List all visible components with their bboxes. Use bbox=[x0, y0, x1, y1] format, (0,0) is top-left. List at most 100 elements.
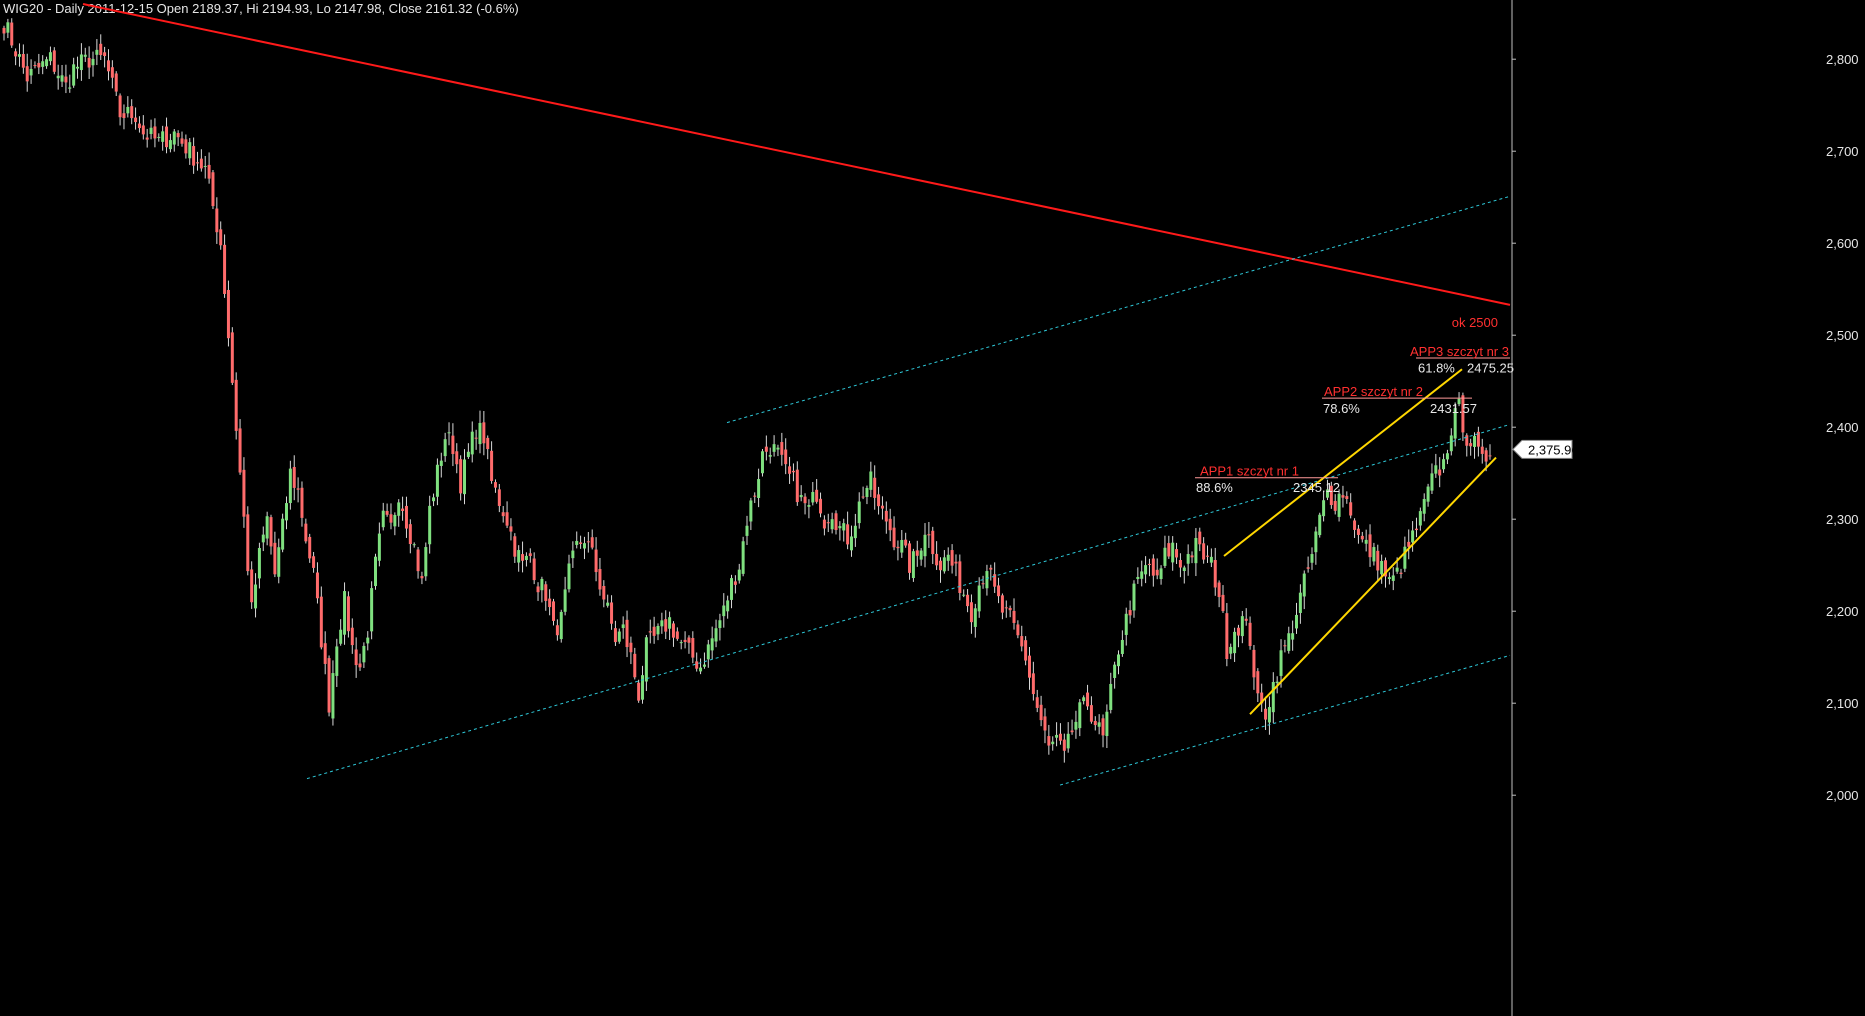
candle bbox=[296, 477, 300, 503]
candle-body-up bbox=[1124, 613, 1128, 635]
red-downtrend-line bbox=[82, 3, 1511, 306]
candle bbox=[1349, 493, 1353, 519]
candle-body-up bbox=[1418, 511, 1422, 526]
candle-body-down bbox=[2, 27, 6, 34]
candle bbox=[830, 512, 834, 534]
candle-body-down bbox=[1465, 435, 1469, 446]
candle-body-down bbox=[87, 57, 91, 68]
candle bbox=[122, 104, 126, 130]
candle-body-down bbox=[648, 631, 652, 633]
candle bbox=[1035, 689, 1039, 713]
wig20-candlestick-chart[interactable]: 2,000 2,100 2,200 2,300 2,400 2,500 2,600 2,700… bbox=[0, 0, 1865, 1016]
candle bbox=[706, 639, 710, 668]
candle-body-down bbox=[637, 682, 641, 701]
candle bbox=[393, 512, 397, 536]
candle-body-up bbox=[571, 550, 575, 559]
candle-body-down bbox=[137, 123, 141, 129]
candle bbox=[664, 610, 668, 640]
candle-body-down bbox=[927, 534, 931, 536]
candles-layer bbox=[2, 18, 1492, 763]
candle bbox=[366, 631, 370, 651]
candle bbox=[919, 548, 923, 566]
candle bbox=[509, 518, 513, 541]
candle bbox=[1322, 490, 1326, 522]
candle bbox=[768, 447, 772, 464]
candle bbox=[207, 152, 211, 184]
candle-body-down bbox=[501, 512, 505, 517]
candle-body-down bbox=[788, 466, 792, 474]
y-tick-label: 2,500 bbox=[1826, 328, 1859, 343]
candle bbox=[1078, 699, 1082, 737]
candle-body-down bbox=[935, 553, 939, 566]
candle bbox=[474, 429, 478, 450]
candle bbox=[637, 679, 641, 703]
candle-body-down bbox=[482, 422, 486, 444]
candle-body-up bbox=[149, 127, 153, 134]
candle-body-down bbox=[1027, 655, 1031, 678]
candle-body-down bbox=[997, 585, 1001, 597]
candle bbox=[435, 458, 439, 506]
candle-body-down bbox=[834, 513, 838, 531]
candle-body-up bbox=[1233, 631, 1237, 654]
candle bbox=[1004, 600, 1008, 618]
chart-annotation: 2475.25 bbox=[1467, 360, 1514, 375]
candle-body-up bbox=[6, 22, 10, 33]
candle bbox=[908, 540, 912, 580]
candle-body-up bbox=[1318, 514, 1322, 536]
candle-body-up bbox=[923, 534, 927, 557]
candle bbox=[1113, 661, 1117, 689]
candle-body-down bbox=[1283, 645, 1287, 647]
candle bbox=[137, 116, 141, 133]
candle-body-down bbox=[354, 649, 358, 666]
candle bbox=[254, 573, 258, 618]
candle-body-up bbox=[1403, 546, 1407, 569]
candle bbox=[385, 503, 389, 517]
candle bbox=[230, 327, 234, 386]
candle-body-down bbox=[184, 139, 188, 154]
candle bbox=[1202, 537, 1206, 564]
candle bbox=[1082, 695, 1086, 705]
candle bbox=[1411, 521, 1415, 552]
candle-body-up bbox=[1105, 711, 1109, 736]
candle bbox=[969, 594, 973, 634]
candle-body-up bbox=[563, 589, 567, 612]
candle-body-up bbox=[1322, 500, 1326, 517]
candle-body-up bbox=[1391, 575, 1395, 581]
candle-body-up bbox=[261, 534, 265, 543]
candle-body-down bbox=[733, 581, 737, 585]
candle-body-up bbox=[76, 66, 80, 69]
candle bbox=[838, 521, 842, 541]
candle-body-down bbox=[1213, 560, 1217, 588]
candle-body-down bbox=[915, 550, 919, 556]
candle-body-down bbox=[215, 208, 219, 233]
candle-body-down bbox=[1016, 624, 1020, 636]
candle bbox=[486, 435, 490, 460]
candle-body-down bbox=[493, 482, 497, 488]
y-tick-label: 2,700 bbox=[1826, 144, 1859, 159]
candle bbox=[277, 538, 281, 584]
candle-body-down bbox=[633, 653, 637, 678]
candle bbox=[1442, 453, 1446, 473]
candle-body-down bbox=[451, 435, 455, 455]
candle bbox=[478, 410, 482, 454]
candle-body-up bbox=[1171, 542, 1175, 563]
candle-body-down bbox=[544, 584, 548, 601]
candle-body-down bbox=[598, 568, 602, 590]
candle bbox=[1012, 598, 1016, 630]
candle-body-up bbox=[1240, 616, 1244, 637]
candle-body-down bbox=[1217, 582, 1221, 598]
candle bbox=[308, 533, 312, 563]
candle-body-down bbox=[532, 558, 536, 581]
candle-body-up bbox=[478, 422, 482, 445]
candle bbox=[780, 432, 784, 466]
last-price-marker: 2,375.96 bbox=[1512, 439, 1579, 459]
candle-body-down bbox=[989, 567, 993, 570]
candle bbox=[1163, 535, 1167, 569]
candle-body-down bbox=[223, 244, 227, 294]
candle bbox=[625, 610, 629, 658]
candle-body-up bbox=[60, 75, 64, 82]
candle bbox=[1252, 645, 1256, 690]
candle-body-down bbox=[110, 67, 114, 78]
candle-body-up bbox=[1302, 573, 1306, 597]
candle bbox=[470, 421, 474, 463]
